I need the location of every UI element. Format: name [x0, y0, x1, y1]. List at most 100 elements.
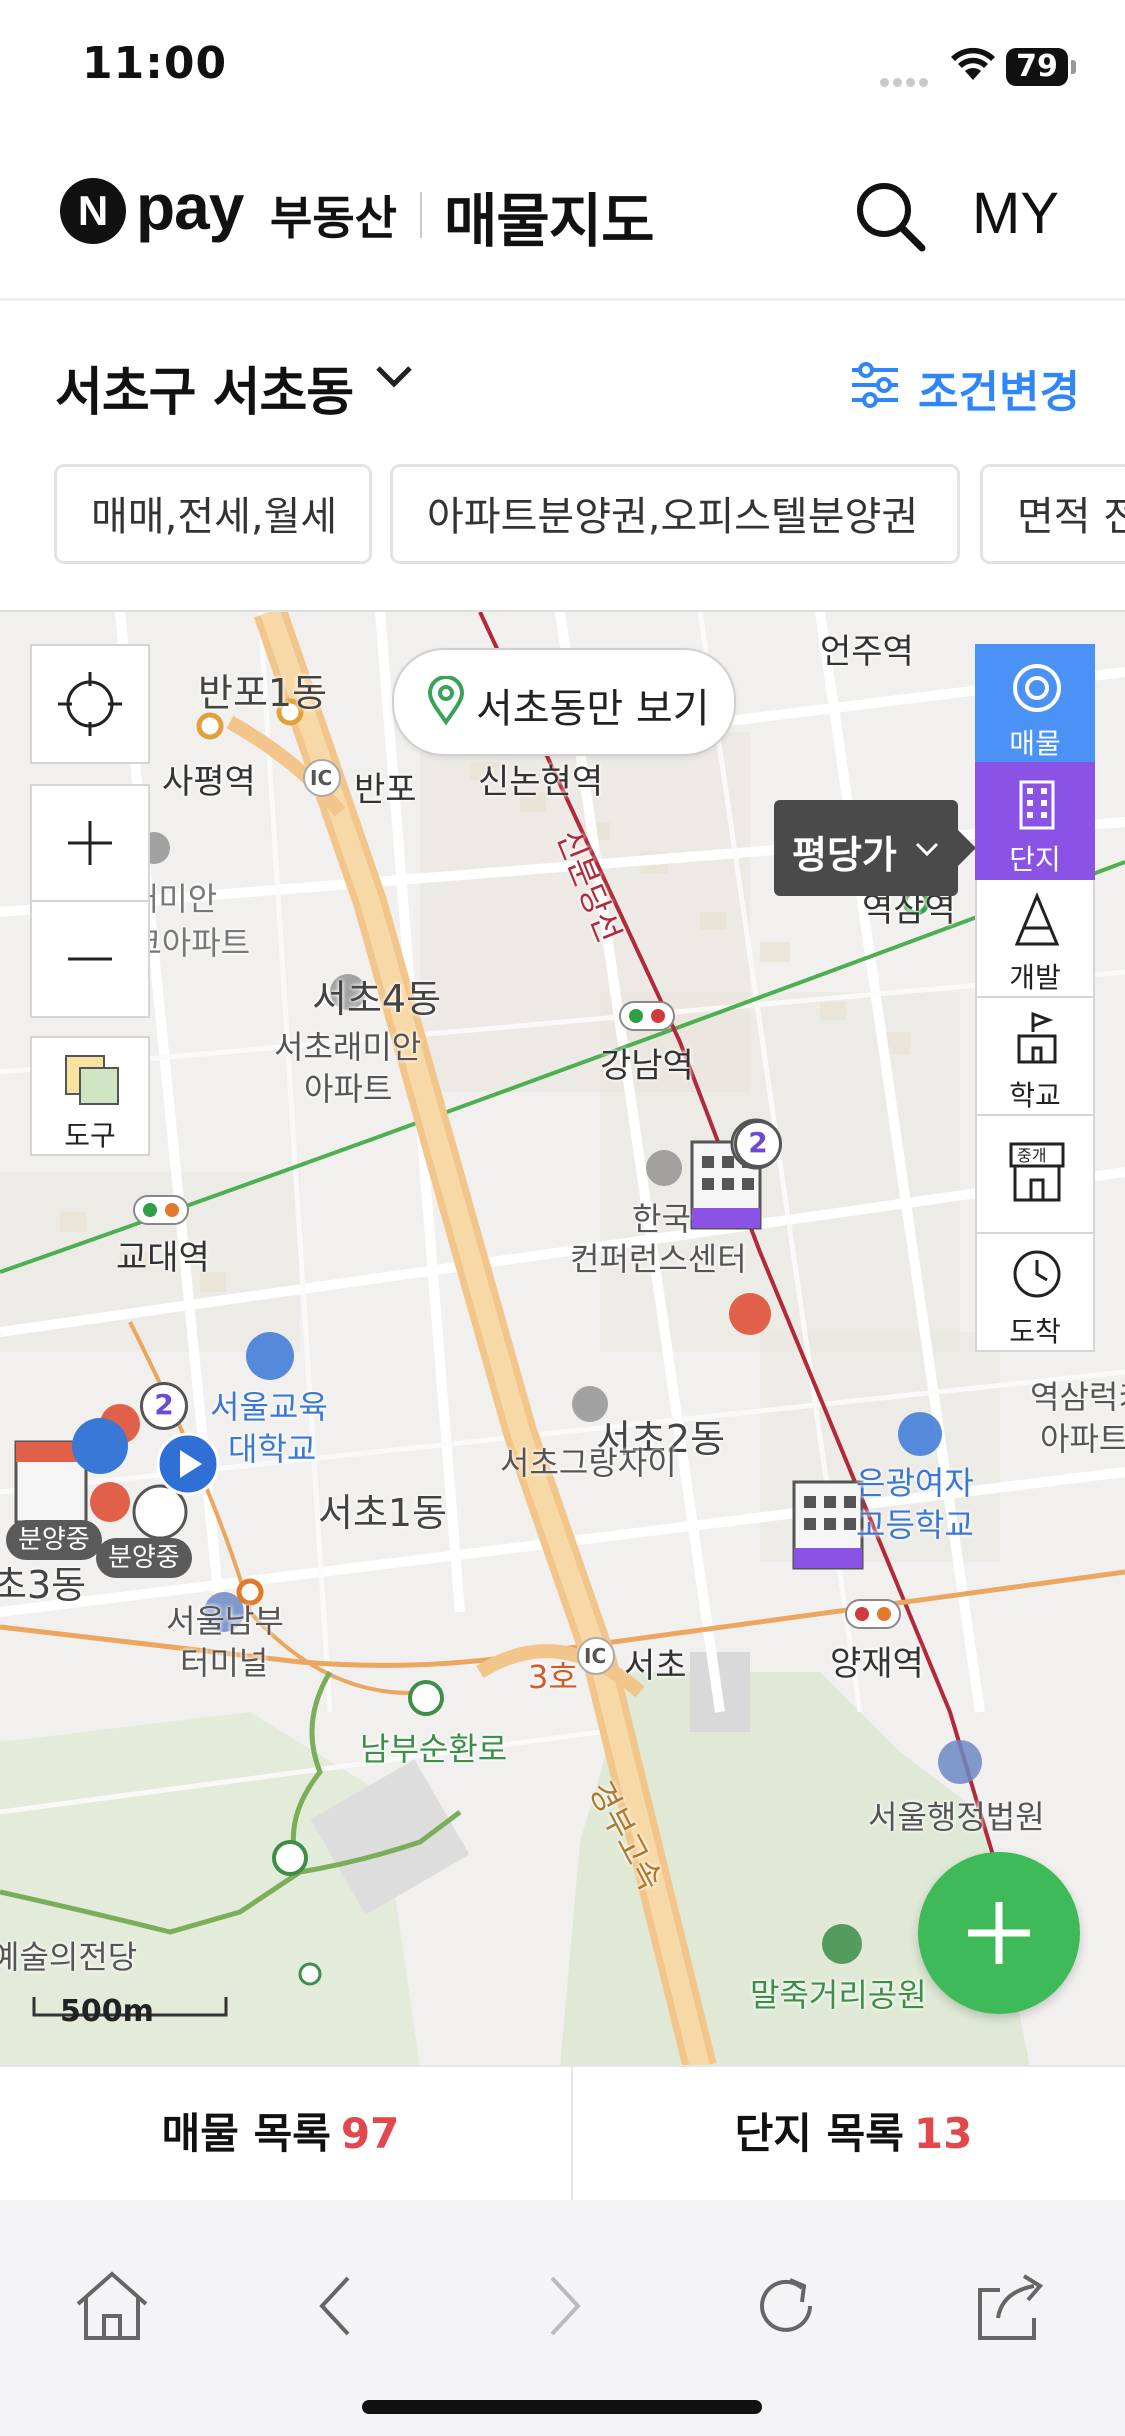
my-button[interactable]: MY	[972, 180, 1059, 247]
add-listing-fab[interactable]	[918, 1852, 1080, 2014]
svg-text:중개: 중개	[1017, 1146, 1046, 1165]
map-label: 서초	[624, 1646, 687, 1686]
location-selector[interactable]: 서초구 서초동	[55, 350, 354, 425]
presale-badge[interactable]: 분양중	[96, 1538, 192, 1578]
filter-sliders-icon[interactable]	[850, 360, 900, 410]
map-layer-rail: 매물 단지 개발 학교 중개 도착	[975, 644, 1095, 1352]
chevron-down-icon[interactable]	[374, 362, 414, 392]
zoom-out-button[interactable]	[30, 900, 150, 1018]
app-header: N pay 부동산 매물지도 MY	[0, 140, 1125, 301]
development-icon	[1014, 892, 1060, 946]
map-label: 말죽거리공원	[750, 1976, 927, 2014]
tab-label: 단지 목록	[734, 2109, 904, 2158]
price-per-pyeong-label: 평당가	[792, 833, 897, 877]
tab-label: 매물 목록	[161, 2109, 331, 2158]
map-label: 반포	[354, 770, 417, 810]
tab-count: 97	[340, 2109, 400, 2158]
tools-label: 도구	[64, 1119, 116, 1152]
search-icon[interactable]	[850, 176, 930, 256]
map-label: 언주역	[820, 632, 914, 672]
reload-icon[interactable]	[746, 2266, 826, 2346]
map-label: 남부순환로	[360, 1730, 508, 1768]
map-scale-label: 500m	[60, 1994, 154, 2029]
map-label: 강남역	[600, 1046, 694, 1086]
plus-icon	[968, 1902, 1030, 1964]
minus-icon	[68, 957, 112, 961]
map-label: 서초4동	[312, 977, 442, 1021]
map-label: 3호	[528, 1658, 578, 1696]
naver-logo-icon[interactable]: N	[60, 178, 126, 244]
property-map[interactable]: IC IC 반포1동 사평역 반포 신논현역 언주역 신분당선 서초4동 서초래…	[0, 610, 1125, 2067]
filter-chips: 매매,전세,월세 아파트분양권,오피스텔분양권 면적 전	[0, 460, 1125, 580]
plus-icon	[68, 821, 112, 865]
rail-label: 개발	[1009, 961, 1061, 994]
battery-icon: 79	[1006, 48, 1076, 86]
rail-label: 매물	[1009, 727, 1061, 760]
map-label: 아파트	[304, 1070, 393, 1108]
complex-count-badge[interactable]: 2	[140, 1382, 188, 1430]
map-label: 초3동	[0, 1563, 87, 1607]
map-label: 교대역	[116, 1238, 210, 1278]
svg-text:IC: IC	[584, 1644, 606, 1668]
rail-school-button[interactable]: 학교	[975, 998, 1095, 1116]
map-label: 사평역	[162, 762, 256, 802]
clock-icon	[1013, 1250, 1061, 1298]
map-label: 서초그랑자이	[500, 1444, 677, 1482]
chip-presale-type[interactable]: 아파트분양권,오피스텔분양권	[390, 464, 960, 564]
list-tabs: 매물 목록 97 단지 목록 13	[0, 2065, 1125, 2203]
price-per-pyeong-dropdown[interactable]: 평당가	[774, 800, 976, 896]
target-icon	[1013, 664, 1061, 712]
map-label: 양재역	[830, 1644, 924, 1684]
tab-listing-list[interactable]: 매물 목록 97	[0, 2067, 561, 2201]
map-label: 서초래미안	[274, 1028, 422, 1066]
chip-trade-type[interactable]: 매매,전세,월세	[54, 464, 372, 564]
map-label: 서울행정법원	[868, 1798, 1045, 1836]
rail-label: 도착	[1009, 1315, 1061, 1348]
header-divider	[420, 192, 422, 238]
show-only-dong-button[interactable]: 서초동만 보기	[392, 648, 736, 756]
tab-count: 13	[913, 2109, 973, 2158]
zoom-in-button[interactable]	[30, 784, 150, 902]
map-label: 고등학교	[856, 1506, 974, 1544]
rail-development-button[interactable]: 개발	[975, 880, 1095, 998]
wifi-icon	[951, 47, 995, 80]
show-only-dong-label: 서초동만 보기	[476, 686, 710, 732]
forward-icon[interactable]	[524, 2266, 604, 2346]
map-label: 역삼럭키	[1030, 1378, 1125, 1416]
presale-badge[interactable]: 분양중	[6, 1520, 102, 1560]
map-label: 은광여자	[856, 1464, 974, 1502]
map-label: 터미널	[180, 1644, 269, 1682]
map-label: 신논현역	[478, 762, 604, 802]
map-label: 서초1동	[318, 1491, 448, 1535]
chip-area[interactable]: 면적 전	[980, 464, 1125, 564]
rail-arrival-button[interactable]: 도착	[975, 1234, 1095, 1352]
tab-complex-list[interactable]: 단지 목록 13	[573, 2067, 1125, 2201]
current-location-button[interactable]	[30, 644, 150, 764]
map-label: 대학교	[228, 1430, 317, 1468]
map-label: 아파트	[1040, 1420, 1125, 1458]
building-icon	[1019, 780, 1055, 830]
locate-icon	[58, 672, 122, 736]
location-pin-icon	[427, 676, 465, 726]
rail-agent-button[interactable]: 중개	[975, 1116, 1095, 1234]
pay-logo[interactable]: pay	[136, 170, 244, 244]
complex-count-badge[interactable]: 2	[734, 1120, 782, 1168]
page-title: 매물지도	[444, 187, 654, 255]
rail-label: 학교	[1009, 1079, 1061, 1112]
map-label: 반포1동	[198, 671, 328, 715]
condition-change-button[interactable]: 조건변경	[918, 356, 1080, 420]
rail-listing-button[interactable]: 매물	[975, 644, 1095, 762]
map-label: 서울남부	[166, 1602, 284, 1640]
logo-subtitle: 부동산	[270, 191, 397, 245]
status-bar: 11:00 79	[0, 0, 1125, 140]
tools-button[interactable]: 도구	[30, 1036, 150, 1156]
map-label: 컨퍼런스센터	[570, 1240, 747, 1278]
school-icon	[1017, 1011, 1057, 1064]
agent-office-icon: 중개	[1009, 1142, 1065, 1202]
rail-complex-button[interactable]: 단지	[975, 762, 1095, 880]
share-icon[interactable]	[970, 2266, 1050, 2346]
map-label: 서울교육	[210, 1388, 328, 1426]
svg-text:IC: IC	[310, 766, 332, 790]
home-icon[interactable]	[72, 2266, 152, 2346]
back-icon[interactable]	[296, 2266, 376, 2346]
